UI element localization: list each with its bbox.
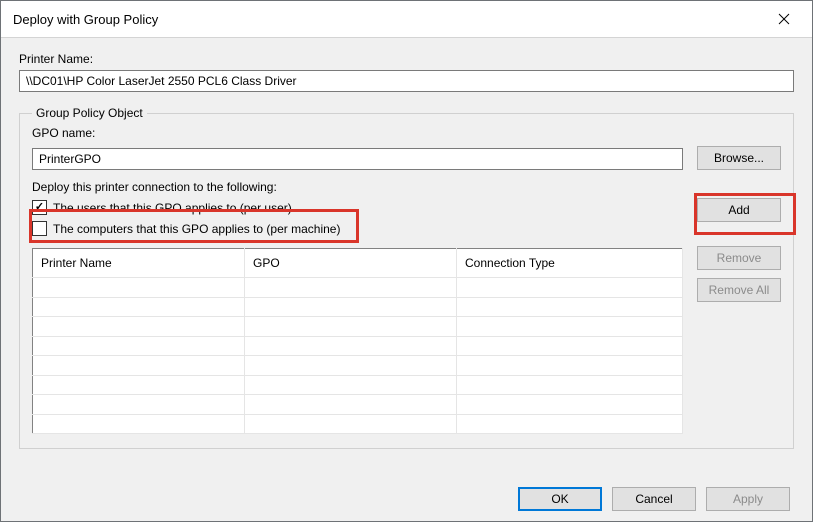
remove-all-button[interactable]: Remove All <box>697 278 781 302</box>
col-connection-type[interactable]: Connection Type <box>457 249 683 278</box>
dialog-footer: OK Cancel Apply <box>518 487 790 511</box>
checkbox-per-machine-label: The computers that this GPO applies to (… <box>53 222 340 236</box>
group-policy-object-fieldset: Group Policy Object GPO name: Deploy thi… <box>19 106 794 449</box>
checkbox-per-user[interactable] <box>32 200 47 215</box>
add-button[interactable]: Add <box>697 198 781 222</box>
gpo-legend: Group Policy Object <box>32 106 147 120</box>
remove-button[interactable]: Remove <box>697 246 781 270</box>
dialog-body: Printer Name: Group Policy Object GPO na… <box>1 38 812 449</box>
checkbox-per-machine-row[interactable]: The computers that this GPO applies to (… <box>32 221 683 236</box>
browse-button[interactable]: Browse... <box>697 146 781 170</box>
cancel-button[interactable]: Cancel <box>612 487 696 511</box>
col-printer-name[interactable]: Printer Name <box>33 249 245 278</box>
close-icon <box>778 13 790 25</box>
table-row[interactable] <box>33 414 683 434</box>
table-row[interactable] <box>33 336 683 356</box>
table-row[interactable] <box>33 297 683 317</box>
table-row[interactable] <box>33 278 683 298</box>
printer-name-label: Printer Name: <box>19 52 93 66</box>
col-gpo[interactable]: GPO <box>245 249 457 278</box>
window-title: Deploy with Group Policy <box>13 12 768 27</box>
gpo-name-label: GPO name: <box>32 126 95 140</box>
table-row[interactable] <box>33 395 683 415</box>
ok-button[interactable]: OK <box>518 487 602 511</box>
deployment-table[interactable]: Printer Name GPO Connection Type <box>32 248 683 434</box>
titlebar: Deploy with Group Policy <box>1 1 812 38</box>
gpo-name-field[interactable] <box>32 148 683 170</box>
dialog-deploy-group-policy: Deploy with Group Policy Printer Name: G… <box>0 0 813 522</box>
table-row[interactable] <box>33 375 683 395</box>
printer-name-field[interactable] <box>19 70 794 92</box>
table-row[interactable] <box>33 356 683 376</box>
checkbox-per-machine[interactable] <box>32 221 47 236</box>
table-row[interactable] <box>33 317 683 337</box>
checkbox-per-user-label: The users that this GPO applies to (per … <box>53 201 292 215</box>
apply-button[interactable]: Apply <box>706 487 790 511</box>
deploy-to-label: Deploy this printer connection to the fo… <box>32 180 683 194</box>
close-button[interactable] <box>768 3 800 35</box>
checkbox-per-user-row[interactable]: The users that this GPO applies to (per … <box>32 200 683 215</box>
